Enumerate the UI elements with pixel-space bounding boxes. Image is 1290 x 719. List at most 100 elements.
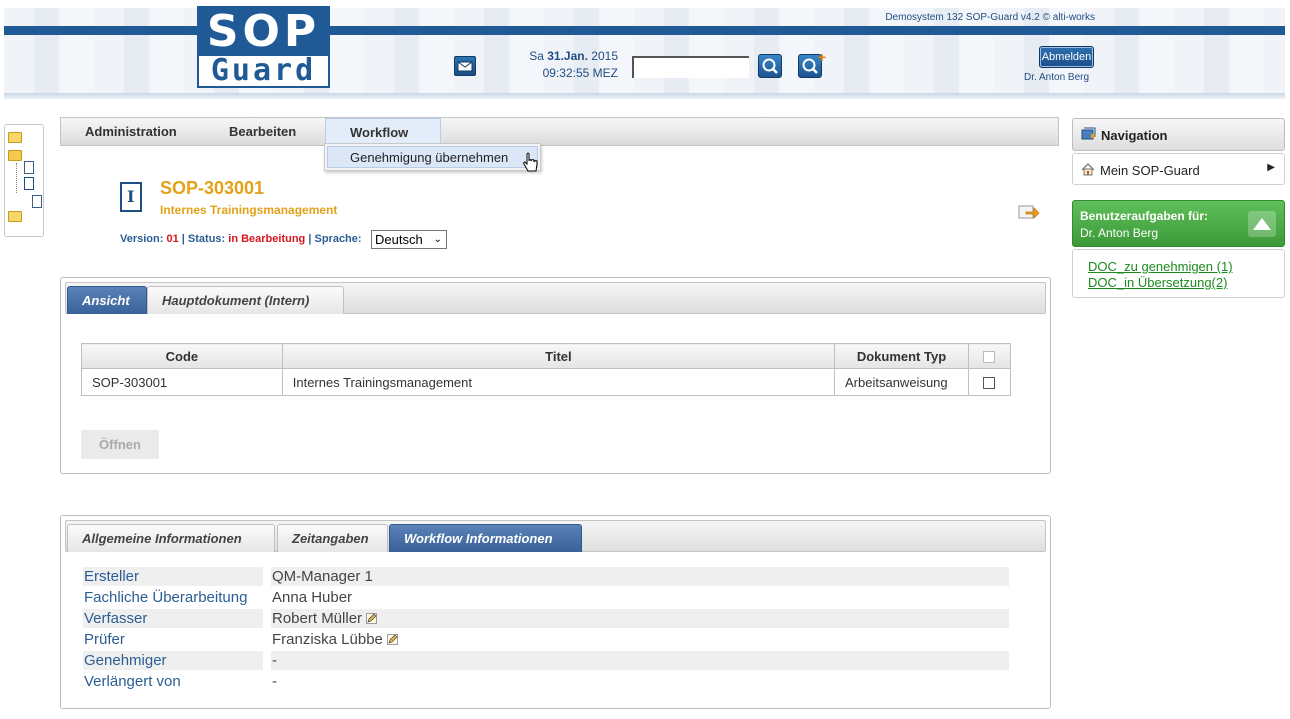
row-checkbox[interactable] xyxy=(983,377,996,390)
tree-line xyxy=(16,163,17,193)
info-tabbar: Allgemeine Informationen Zeitangaben Wor… xyxy=(65,520,1046,552)
main-menu: Administration Bearbeiten Workflow xyxy=(60,117,1059,146)
table-row[interactable]: SOP-303001 Internes Trainingsmanagement … xyxy=(81,368,1012,396)
search-add-button[interactable]: + xyxy=(798,49,826,78)
cell-typ: Arbeitsanweisung xyxy=(834,368,969,396)
folder-icon[interactable] xyxy=(8,211,22,222)
language-label: Sprache: xyxy=(314,233,362,245)
document-meta: Version: 01 | Status: in Bearbeitung | S… xyxy=(120,233,362,245)
nav-item-mein-sop-guard[interactable]: Mein SOP-Guard ▶ xyxy=(1072,153,1285,185)
menu-workflow[interactable]: Workflow xyxy=(325,118,441,145)
document-type-icon: I xyxy=(120,182,142,212)
task-link-in-uebersetzung[interactable]: DOC_in Übersetzung(2) xyxy=(1088,275,1227,290)
column-header-code[interactable]: Code xyxy=(81,343,283,369)
column-header-typ[interactable]: Dokument Typ xyxy=(834,343,969,369)
logo-bottom-text: Guard xyxy=(210,53,317,88)
view-tabbar: Ansicht Hauptdokument (Intern) xyxy=(65,282,1046,314)
info-value: Robert Müller xyxy=(272,610,363,627)
meta-separator: | xyxy=(308,233,312,245)
document-tree xyxy=(4,124,44,237)
version-label: Version: xyxy=(120,233,164,245)
select-all-checkbox[interactable] xyxy=(983,351,996,364)
navigation-header[interactable]: Navigation xyxy=(1072,118,1285,151)
info-value-wrap: Robert Müller xyxy=(271,609,1009,628)
column-header-select xyxy=(967,343,1012,369)
document-icon[interactable] xyxy=(32,195,42,208)
language-select[interactable]: Deutsch ⌄ xyxy=(371,230,447,249)
info-label: Verlängert von xyxy=(84,673,181,690)
info-value: Anna Huber xyxy=(272,589,353,606)
info-label: Fachliche Überarbeitung xyxy=(84,589,248,606)
tasks-body: DOC_zu genehmigen (1) DOC_in Übersetzung… xyxy=(1072,249,1285,298)
search-input[interactable] xyxy=(632,56,749,78)
tab-allgemeine-informationen[interactable]: Allgemeine Informationen xyxy=(67,524,275,552)
info-row-ersteller: Ersteller QM-Manager 1 xyxy=(83,567,1009,586)
navigation-title: Navigation xyxy=(1101,128,1168,143)
system-info: Demosystem 132 SOP-Guard v4.2 © alti-wor… xyxy=(885,12,1095,23)
pencil-icon[interactable] xyxy=(387,634,398,645)
info-row-pruefer: Prüfer Franziska Lübbe xyxy=(83,630,1009,649)
nav-item-label: Mein SOP-Guard xyxy=(1100,163,1200,178)
language-value: Deutsch xyxy=(375,232,423,247)
logout-button[interactable]: Abmelden xyxy=(1039,46,1094,68)
info-row-verlaengert-von: Verlängert von - xyxy=(83,672,1009,691)
date-year: 2015 xyxy=(591,49,618,63)
document-code: SOP-303001 xyxy=(160,178,265,198)
search-button[interactable] xyxy=(758,54,782,78)
navigation-icon xyxy=(1081,127,1096,140)
tab-ansicht[interactable]: Ansicht xyxy=(67,286,147,314)
document-title: Internes Trainingsmanagement xyxy=(160,203,338,217)
status-label: Status: xyxy=(187,233,226,245)
folder-open-icon[interactable] xyxy=(8,150,22,161)
tab-zeitangaben[interactable]: Zeitangaben xyxy=(277,524,388,552)
header-user-name: Dr. Anton Berg xyxy=(1024,72,1090,83)
info-value: - xyxy=(271,651,1009,670)
meta-separator: | xyxy=(181,233,185,245)
view-panel: Ansicht Hauptdokument (Intern) Code Tite… xyxy=(60,277,1051,474)
status-value: in Bearbeitung xyxy=(228,233,306,245)
info-label: Prüfer xyxy=(84,631,125,648)
workflow-dropdown: Genehmigung übernehmen xyxy=(324,143,541,171)
info-value: QM-Manager 1 xyxy=(271,567,1009,586)
task-link-zu-genehmigen[interactable]: DOC_zu genehmigen (1) xyxy=(1088,259,1233,274)
logo-top-text: SOP xyxy=(199,8,328,56)
chevron-down-icon: ⌄ xyxy=(433,234,442,245)
tasks-header[interactable]: Benutzeraufgaben für: Dr. Anton Berg xyxy=(1072,200,1285,247)
tab-workflow-informationen[interactable]: Workflow Informationen xyxy=(389,524,582,552)
info-value: Franziska Lübbe xyxy=(272,631,383,648)
folder-icon[interactable] xyxy=(8,132,22,143)
document-table: Code Titel Dokument Typ SOP-303001 Inter… xyxy=(81,343,1012,396)
document-icon[interactable] xyxy=(24,161,34,174)
tasks-user: Dr. Anton Berg xyxy=(1080,226,1159,240)
sop-guard-logo[interactable]: SOP Guard xyxy=(197,6,330,88)
time-display: 09:32:55 MEZ xyxy=(542,66,618,80)
info-label: Genehmiger xyxy=(83,651,263,670)
mail-icon[interactable] xyxy=(454,56,476,76)
pencil-icon[interactable] xyxy=(366,613,377,624)
info-row-verfasser: Verfasser Robert Müller xyxy=(83,609,1009,628)
info-label: Ersteller xyxy=(83,567,263,586)
info-value: - xyxy=(272,673,277,690)
export-icon[interactable] xyxy=(1018,202,1040,222)
home-icon xyxy=(1081,163,1095,176)
header-bottom-border xyxy=(4,93,1285,99)
cell-select xyxy=(967,368,1012,396)
document-icon[interactable] xyxy=(24,177,34,190)
menu-administration[interactable]: Administration xyxy=(61,118,201,145)
plus-icon: + xyxy=(817,49,826,65)
chevron-right-icon: ▶ xyxy=(1267,162,1275,173)
collapse-icon[interactable] xyxy=(1248,211,1276,237)
dropdown-item-genehmigung[interactable]: Genehmigung übernehmen xyxy=(327,146,538,168)
date-display: Sa 31.Jan. 2015 xyxy=(510,49,618,63)
header: SOP Guard Demosystem 132 SOP-Guard v4.2 … xyxy=(0,0,1290,100)
menu-bearbeiten[interactable]: Bearbeiten xyxy=(205,118,320,145)
cell-code: SOP-303001 xyxy=(81,368,283,396)
info-value-wrap: Franziska Lübbe xyxy=(271,630,1009,649)
tab-hauptdokument[interactable]: Hauptdokument (Intern) xyxy=(147,286,344,314)
hand-cursor-icon xyxy=(523,152,538,172)
info-label: Verfasser xyxy=(83,609,263,628)
version-value: 01 xyxy=(166,233,179,245)
date-day: Sa xyxy=(529,49,544,63)
column-header-titel[interactable]: Titel xyxy=(281,343,836,369)
open-button[interactable]: Öffnen xyxy=(81,430,159,459)
